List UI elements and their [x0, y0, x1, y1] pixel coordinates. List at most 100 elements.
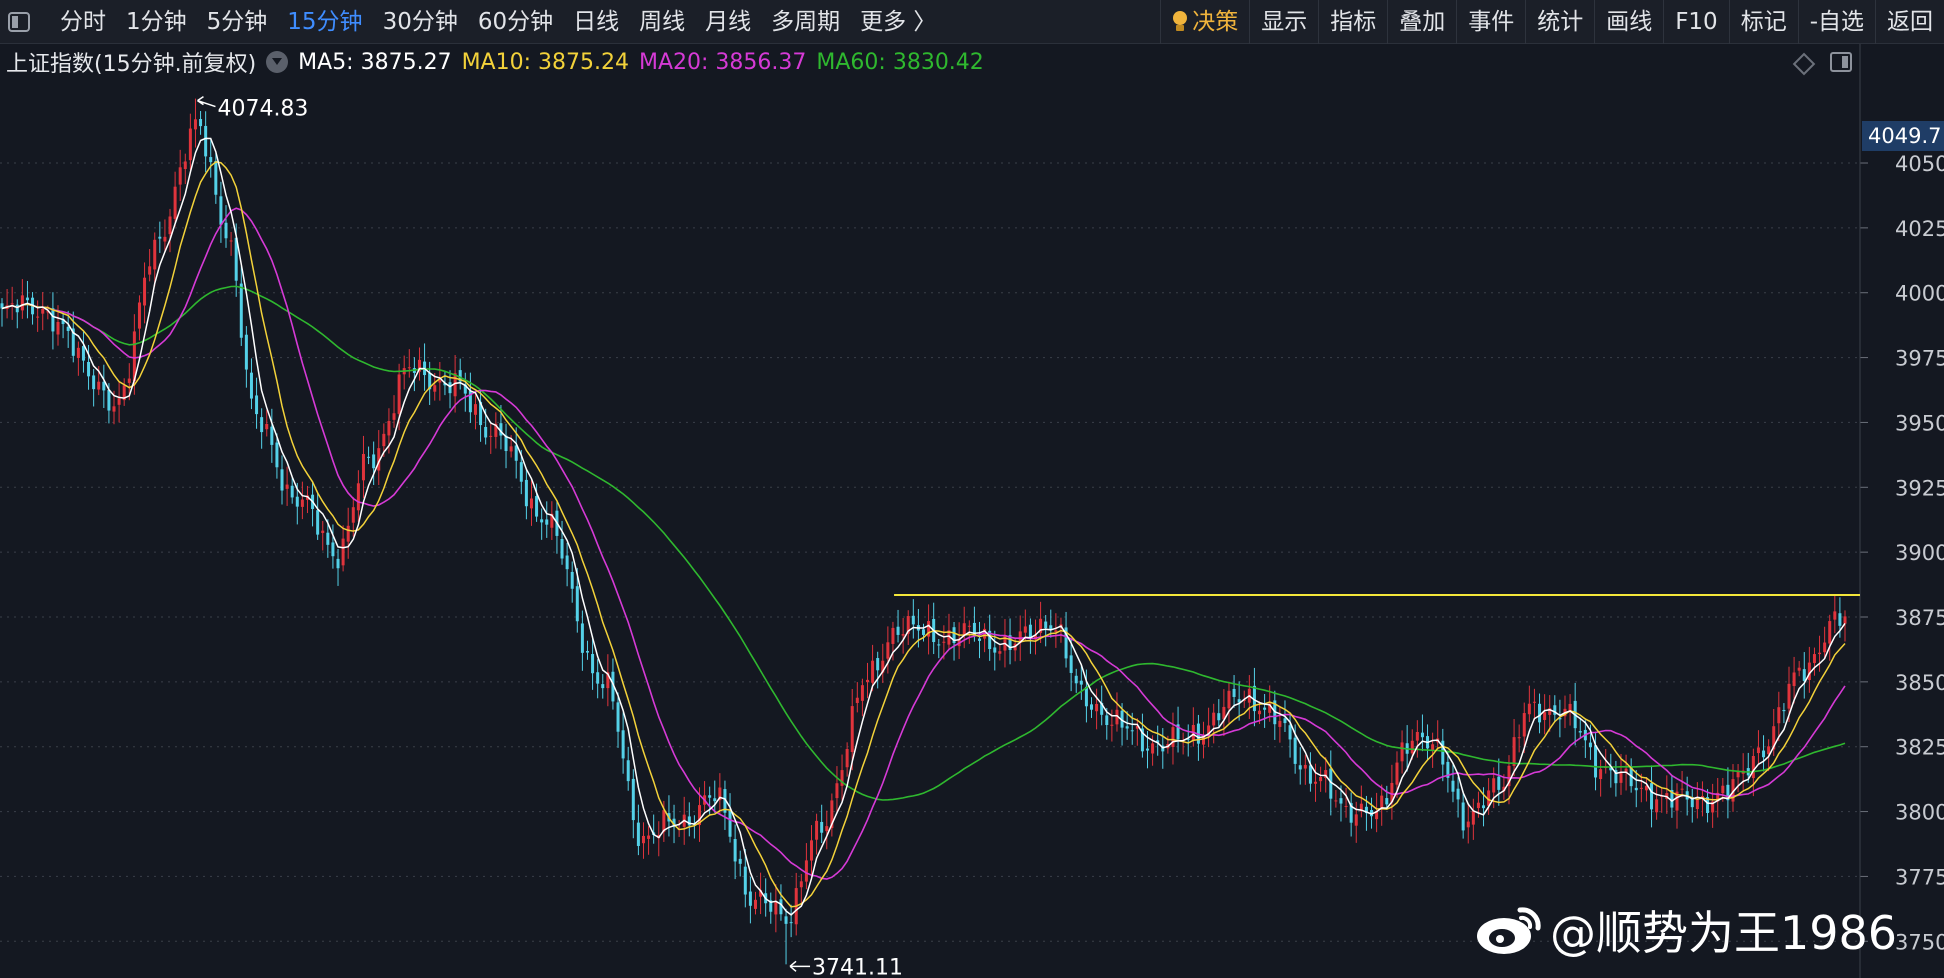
candle-body — [1721, 785, 1725, 794]
candle-body — [270, 426, 274, 445]
candle-body — [596, 672, 600, 684]
candle-body — [616, 702, 620, 732]
y-tick-label: 3900 — [1895, 541, 1944, 565]
candle-body — [1695, 799, 1699, 810]
candle-body — [1385, 798, 1389, 805]
candle-body — [565, 555, 569, 570]
candlestick-chart[interactable]: 4050 4025 4000 3975 3950 3925 3900 3875 3850 3825… — [0, 0, 1944, 978]
candle-body — [255, 395, 259, 415]
candle-body — [484, 426, 488, 438]
candle-body — [636, 822, 640, 846]
candle-body — [1410, 740, 1414, 754]
candle-body — [66, 326, 70, 331]
candle-body — [580, 623, 584, 653]
candle-body — [199, 118, 203, 127]
candle-body — [1023, 626, 1027, 633]
candle-body — [1482, 805, 1486, 809]
candle-body — [1074, 675, 1078, 684]
candle-body — [280, 469, 284, 491]
candle-body — [529, 498, 533, 509]
candle-body — [855, 697, 859, 703]
candle-body — [1792, 672, 1796, 687]
candle-body — [87, 361, 91, 377]
candle-body — [1578, 731, 1582, 733]
candle-body — [173, 186, 177, 219]
candle-body — [860, 685, 864, 701]
candle-body — [127, 378, 131, 383]
candle-body — [1395, 762, 1399, 785]
candle-body — [1319, 776, 1323, 782]
candle-body — [1130, 730, 1134, 732]
candle-body — [295, 496, 299, 507]
ma5-line — [1, 137, 1846, 916]
candle-body — [504, 435, 508, 452]
candle-body — [1079, 680, 1083, 685]
candle-body — [1833, 611, 1837, 620]
candle-body — [1762, 750, 1766, 758]
candle-body — [367, 456, 371, 458]
candle-body — [1680, 788, 1684, 790]
ma60-line — [1, 285, 1846, 801]
y-tick-label: 4025 — [1895, 217, 1944, 241]
candle-body — [728, 810, 732, 837]
candle-body — [998, 651, 1002, 654]
candle-body — [112, 406, 116, 412]
candle-body — [346, 525, 350, 542]
candle-body — [1517, 737, 1521, 739]
candle-body — [809, 840, 813, 861]
candle-body — [774, 901, 778, 915]
candle-body — [249, 372, 253, 399]
candle-body — [158, 236, 162, 239]
candle-body — [733, 839, 737, 862]
candle-body — [1334, 800, 1338, 802]
candle-body — [1283, 718, 1287, 724]
candle-body — [1476, 802, 1480, 809]
candle-body — [1084, 686, 1088, 707]
y-axis-labels: 4050 4025 4000 3975 3950 3925 3900 3875 3850 3825… — [1860, 152, 1944, 954]
candle-body — [585, 651, 589, 653]
candle-body — [1227, 690, 1231, 709]
candle-body — [1828, 621, 1832, 644]
candle-body — [1258, 710, 1262, 715]
candle-body — [1512, 737, 1516, 767]
candle-body — [1756, 747, 1760, 754]
candle-body — [229, 240, 233, 242]
candle-body — [1308, 765, 1312, 784]
candle-body — [1298, 765, 1302, 770]
low-label: 3741.11 — [812, 955, 903, 978]
candle-body — [1532, 701, 1536, 703]
candle-body — [92, 375, 96, 390]
candle-body — [524, 479, 528, 507]
candle-body — [1171, 727, 1175, 748]
candle-body — [290, 485, 294, 498]
candle-body — [1303, 764, 1307, 769]
candle-body — [1588, 742, 1592, 748]
candle-body — [1736, 771, 1740, 778]
candle-body — [1619, 771, 1623, 783]
candle-body — [1217, 713, 1221, 721]
candle-body — [76, 347, 80, 358]
candle-body — [260, 417, 264, 433]
candle-body — [285, 484, 289, 489]
current-price-tag: 4049.7 — [1862, 121, 1944, 151]
candle-body — [1069, 655, 1073, 673]
candle-body — [784, 916, 788, 924]
y-tick-label: 3875 — [1895, 606, 1944, 630]
candle-body — [1655, 799, 1659, 813]
candle-body — [1044, 621, 1048, 629]
candle-body — [1278, 720, 1282, 727]
candle-body — [148, 266, 152, 275]
candle-body — [1797, 667, 1801, 671]
candle-body — [743, 866, 747, 895]
candle-body — [820, 821, 824, 833]
y-tick-label: 3800 — [1895, 801, 1944, 825]
candle-body — [591, 653, 595, 674]
candle-body — [601, 684, 605, 689]
candle-body — [865, 679, 869, 683]
candle-body — [1492, 778, 1496, 793]
candle-body — [1471, 810, 1475, 825]
weibo-logo-icon — [1477, 907, 1541, 954]
candle-body — [265, 423, 269, 430]
candle-body — [871, 660, 875, 683]
candle-body — [372, 454, 376, 469]
